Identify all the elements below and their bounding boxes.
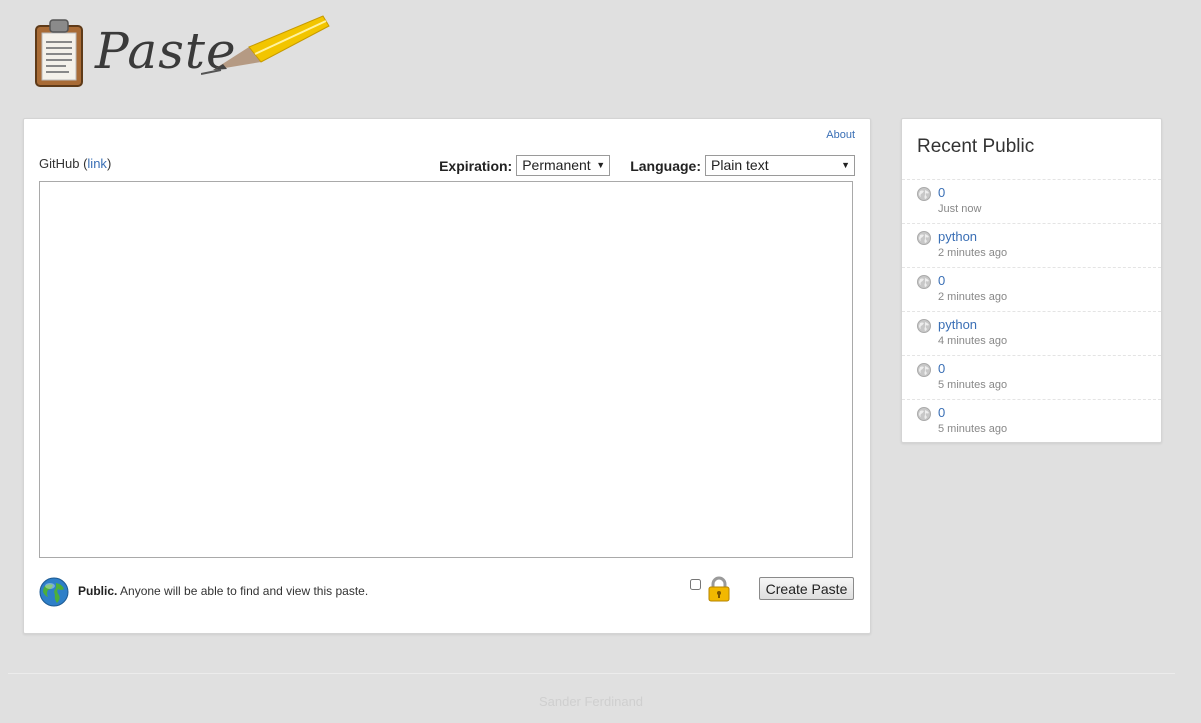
globe-icon — [917, 407, 931, 421]
recent-paste-time: 5 minutes ago — [938, 379, 1008, 391]
public-description: Anyone will be able to find and view thi… — [120, 584, 369, 598]
list-item: 0 5 minutes ago — [902, 355, 1161, 399]
expiration-label: Expiration: — [439, 157, 513, 174]
recent-public-panel: Recent Public 0 Just now python 2 minute… — [901, 118, 1162, 443]
github-info: GitHub (link) — [39, 156, 112, 171]
github-link[interactable]: link — [87, 156, 107, 171]
globe-icon — [39, 577, 69, 607]
github-label: GitHub — [39, 156, 80, 171]
footer-divider — [8, 673, 1175, 674]
language-value: Plain text — [711, 157, 769, 173]
paste-form-panel: About GitHub (link) Expiration: Permanen… — [23, 118, 871, 634]
list-item: 0 2 minutes ago — [902, 267, 1161, 311]
dropdown-arrow-icon: ▼ — [596, 160, 606, 170]
globe-icon — [917, 275, 931, 289]
list-item: 0 5 minutes ago — [902, 399, 1161, 443]
about-link[interactable]: About — [826, 129, 855, 141]
recent-paste-link[interactable]: 0 — [938, 185, 945, 200]
page-footer: Sander Ferdinand — [538, 694, 644, 709]
globe-icon — [917, 187, 931, 201]
paste-options: Expiration: Permanent ▼ Language: Plain … — [439, 155, 855, 176]
globe-icon — [917, 319, 931, 333]
paste-editor[interactable] — [39, 181, 853, 558]
recent-paste-link[interactable]: python — [938, 229, 977, 244]
public-label: Public. — [78, 584, 118, 598]
pencil-icon — [201, 15, 330, 75]
create-paste-button[interactable]: Create Paste — [759, 577, 854, 600]
list-item: 0 Just now — [902, 179, 1161, 223]
visibility-text: Public. Anyone will be able to find and … — [78, 584, 368, 598]
list-item: python 4 minutes ago — [902, 311, 1161, 355]
globe-icon — [917, 363, 931, 377]
expiration-value: Permanent — [522, 157, 591, 173]
expiration-select[interactable]: Permanent ▼ — [516, 155, 611, 176]
recent-public-title: Recent Public — [917, 136, 1035, 157]
recent-paste-time: 4 minutes ago — [938, 335, 1008, 347]
recent-paste-time: 5 minutes ago — [938, 423, 1008, 435]
recent-paste-link[interactable]: python — [938, 317, 977, 332]
lock-icon[interactable] — [707, 576, 731, 602]
dropdown-arrow-icon: ▼ — [841, 160, 850, 170]
site-logo[interactable]: Paste — [33, 14, 333, 88]
recent-paste-time: 2 minutes ago — [938, 247, 1008, 259]
recent-list: 0 Just now python 2 minutes ago 0 2 minu… — [902, 179, 1161, 443]
visibility-row: Public. Anyone will be able to find and … — [39, 576, 854, 608]
clipboard-icon — [35, 19, 83, 87]
language-label: Language: — [630, 157, 701, 174]
list-item: python 2 minutes ago — [902, 223, 1161, 267]
recent-paste-time: Just now — [938, 203, 982, 215]
language-select[interactable]: Plain text ▼ — [705, 155, 855, 176]
recent-paste-time: 2 minutes ago — [938, 291, 1008, 303]
private-checkbox[interactable] — [690, 579, 701, 590]
recent-paste-link[interactable]: 0 — [938, 273, 945, 288]
recent-paste-link[interactable]: 0 — [938, 361, 945, 376]
recent-paste-link[interactable]: 0 — [938, 405, 945, 420]
globe-icon — [917, 231, 931, 245]
